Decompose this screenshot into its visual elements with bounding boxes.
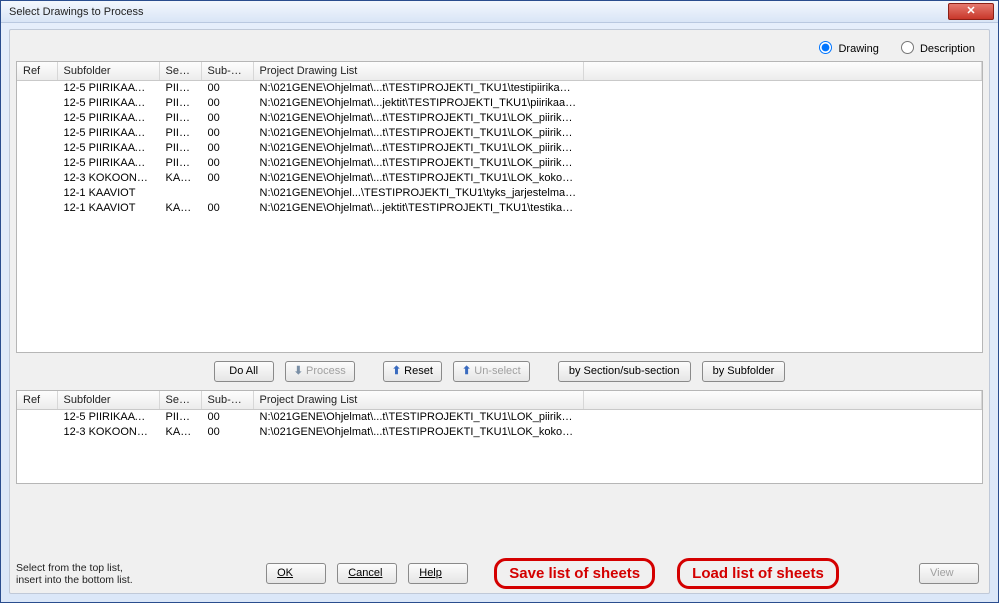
- table-row[interactable]: 12-5 PIIRIKAAVIOTPIIRI...00N:\021GENE\Oh…: [17, 126, 982, 141]
- annotation-save: Save list of sheets: [494, 558, 655, 589]
- col-fill[interactable]: [583, 391, 982, 410]
- radio-description[interactable]: [901, 41, 914, 54]
- table-row[interactable]: 12-5 PIIRIKAAVIOTPIIRI...00N:\021GENE\Oh…: [17, 410, 982, 426]
- titlebar[interactable]: Select Drawings to Process ✕: [1, 1, 998, 23]
- close-icon: ✕: [966, 5, 975, 17]
- col-subsection[interactable]: Sub-Section: [201, 391, 253, 410]
- col-fill[interactable]: [583, 62, 982, 81]
- view-mode-radios: Drawing Description: [16, 36, 983, 61]
- ok-button[interactable]: OK: [266, 563, 326, 584]
- by-subfolder-button[interactable]: by Subfolder: [702, 361, 786, 382]
- process-label: Process: [306, 365, 346, 377]
- cancel-button[interactable]: Cancel: [337, 563, 397, 584]
- col-subsection[interactable]: Sub-Section: [201, 62, 253, 81]
- hint-line-1: Select from the top list,: [16, 562, 186, 574]
- available-header[interactable]: Ref Subfolder Section Sub-Section Projec…: [17, 62, 982, 81]
- annotation-load: Load list of sheets: [677, 558, 839, 589]
- hint-text: Select from the top list, insert into th…: [16, 562, 186, 586]
- col-subfolder[interactable]: Subfolder: [57, 62, 159, 81]
- table-row[interactable]: 12-3 KOKOONPANOP...KAAV...00N:\021GENE\O…: [17, 425, 982, 440]
- radio-drawing[interactable]: [819, 41, 832, 54]
- table-row[interactable]: 12-1 KAAVIOTN:\021GENE\Ohjel...\TESTIPRO…: [17, 186, 982, 201]
- window-title: Select Drawings to Process: [5, 6, 948, 18]
- reset-button[interactable]: ⬆ Reset: [383, 361, 442, 382]
- content-panel: Drawing Description Ref Subfolder Sectio…: [9, 29, 990, 594]
- radio-description-label[interactable]: Description: [896, 43, 975, 55]
- col-ref[interactable]: Ref: [17, 391, 57, 410]
- selected-list[interactable]: Ref Subfolder Section Sub-Section Projec…: [16, 390, 983, 484]
- close-button[interactable]: ✕: [948, 3, 994, 20]
- radio-description-text: Description: [920, 43, 975, 55]
- hint-line-2: insert into the bottom list.: [16, 574, 186, 586]
- col-section[interactable]: Section: [159, 391, 201, 410]
- arrow-up-icon: ⬆: [462, 365, 471, 377]
- col-path[interactable]: Project Drawing List: [253, 391, 583, 410]
- selected-header[interactable]: Ref Subfolder Section Sub-Section Projec…: [17, 391, 982, 410]
- col-subfolder[interactable]: Subfolder: [57, 391, 159, 410]
- dialog-window: Select Drawings to Process ✕ Drawing Des…: [0, 0, 999, 603]
- unselect-label: Un-select: [474, 365, 520, 377]
- unselect-button[interactable]: ⬆ Un-select: [453, 361, 530, 382]
- footer-buttons: OK Cancel Help: [262, 563, 472, 584]
- table-row[interactable]: 12-5 PIIRIKAAVIOTPIIRI...00N:\021GENE\Oh…: [17, 111, 982, 126]
- available-table: Ref Subfolder Section Sub-Section Projec…: [17, 62, 982, 216]
- by-section-button[interactable]: by Section/sub-section: [558, 361, 691, 382]
- view-button[interactable]: View: [919, 563, 979, 584]
- table-row[interactable]: 12-5 PIIRIKAAVIOTPIIRI...00N:\021GENE\Oh…: [17, 141, 982, 156]
- table-row[interactable]: 12-5 PIIRIKAAVIOTPIIRI...00N:\021GENE\Oh…: [17, 96, 982, 111]
- help-button[interactable]: Help: [408, 563, 468, 584]
- arrow-up-icon: ⬆: [392, 365, 401, 377]
- col-path[interactable]: Project Drawing List: [253, 62, 583, 81]
- col-ref[interactable]: Ref: [17, 62, 57, 81]
- reset-label: Reset: [404, 365, 433, 377]
- process-button[interactable]: ⬇ Process: [285, 361, 355, 382]
- col-section[interactable]: Section: [159, 62, 201, 81]
- table-row[interactable]: 12-5 PIIRIKAAVIOTPIIRI...00N:\021GENE\Oh…: [17, 156, 982, 171]
- available-list[interactable]: Ref Subfolder Section Sub-Section Projec…: [16, 61, 983, 353]
- arrow-down-icon: ⬇: [294, 365, 303, 377]
- radio-drawing-label[interactable]: Drawing: [814, 43, 881, 55]
- table-row[interactable]: 12-5 PIIRIKAAVIOTPIIRI...00N:\021GENE\Oh…: [17, 81, 982, 97]
- radio-drawing-text: Drawing: [838, 43, 878, 55]
- do-all-button[interactable]: Do All: [214, 361, 274, 382]
- table-row[interactable]: 12-1 KAAVIOTKAAV...00N:\021GENE\Ohjelmat…: [17, 201, 982, 216]
- middle-toolbar: Do All ⬇ Process ⬆ Reset ⬆ Un-select by …: [16, 361, 983, 382]
- selected-table: Ref Subfolder Section Sub-Section Projec…: [17, 391, 982, 440]
- footer-right: View: [915, 563, 983, 584]
- footer: Select from the top list, insert into th…: [16, 558, 983, 589]
- table-row[interactable]: 12-3 KOKOONPANOP...KAAV...00N:\021GENE\O…: [17, 171, 982, 186]
